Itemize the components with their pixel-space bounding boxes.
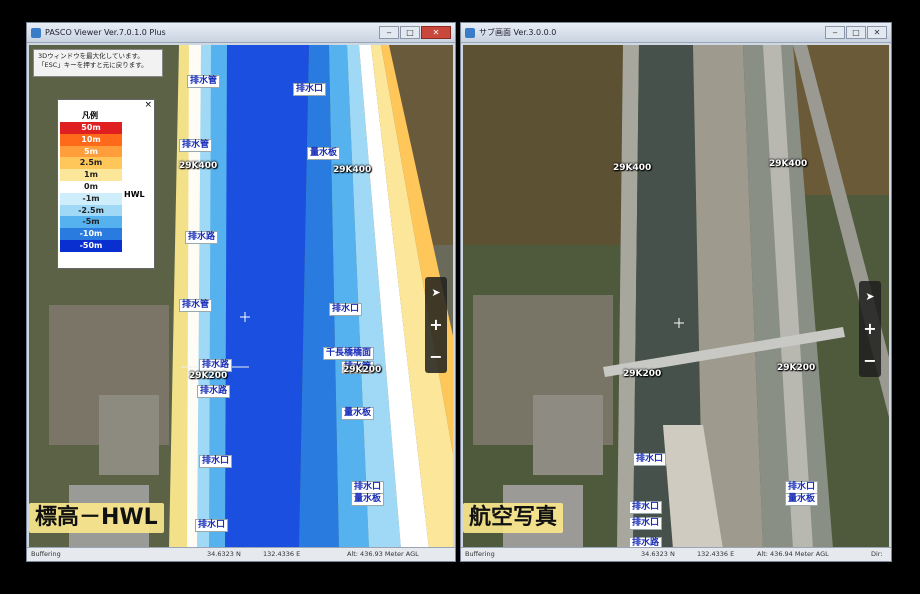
window-controls: ‒ □ ✕ (825, 26, 887, 40)
kilopost-label: 29K400 (769, 159, 808, 169)
map-label: 排水口 (633, 453, 667, 466)
kilopost-label: 29K400 (333, 165, 372, 175)
map-label: 排水路 (185, 231, 219, 244)
aerial-photo-view[interactable]: 排水口 排水口 量水板 排水口 排水路 排水口 29K400 29K400 29… (463, 45, 889, 547)
map-label: 量水板 (351, 493, 385, 506)
status-altitude: Alt: 436.93 Meter AGL (347, 550, 419, 558)
status-longitude: 132.4336 E (697, 550, 735, 558)
map-label: 千長橋橋面 (323, 347, 375, 360)
legend-row: 2.5m (60, 157, 122, 170)
maximize-button[interactable]: □ (846, 26, 866, 39)
kilopost-label: 29K200 (777, 363, 816, 373)
legend-row: 1m (60, 169, 122, 181)
kilopost-label: 29K400 (613, 163, 652, 173)
status-longitude: 132.4336 E (263, 550, 301, 558)
screen-frame: PASCO Viewer Ver.7.0.1.0 Plus ‒ □ ✕ 排水管 … (0, 0, 920, 594)
map-label: 量水板 (785, 493, 819, 506)
legend-row: 50m (60, 122, 122, 134)
kilopost-label: 29K200 (623, 369, 662, 379)
status-mode: Buffering (465, 550, 495, 558)
titlebar[interactable]: サブ画面 Ver.3.0.0.0 ‒ □ ✕ (461, 23, 891, 43)
map-label: 排水口 (629, 501, 663, 514)
pasco-viewer-window: PASCO Viewer Ver.7.0.1.0 Plus ‒ □ ✕ 排水管 … (26, 22, 456, 562)
minimize-button[interactable]: ‒ (825, 26, 845, 39)
legend-row: -50m (60, 239, 122, 252)
zoom-out-button[interactable]: − (859, 345, 881, 377)
legend-row: 0m (60, 180, 122, 193)
close-button[interactable]: ✕ (867, 26, 887, 39)
legend-row: -10m (60, 228, 122, 240)
status-bar: Buffering 34.6323 N 132.4336 E Alt: 436.… (27, 547, 455, 561)
map-label: 排水口 (293, 83, 327, 96)
map-label: 排水口 (195, 519, 229, 532)
kilopost-label: 29K200 (189, 371, 228, 381)
kilopost-label: 29K200 (343, 365, 382, 375)
titlebar[interactable]: PASCO Viewer Ver.7.0.1.0 Plus ‒ □ ✕ (27, 23, 455, 43)
status-latitude: 34.6323 N (641, 550, 675, 558)
zoom-in-button[interactable]: + (425, 309, 447, 341)
zoom-in-button[interactable]: + (859, 313, 881, 345)
legend-row: -2.5m (60, 204, 122, 217)
status-direction: Dir: (871, 550, 883, 558)
compass-icon[interactable]: ➤ (425, 277, 447, 309)
app-icon (465, 28, 475, 38)
legend-row: 5m (60, 145, 122, 158)
map-label: 排水口 (329, 303, 363, 316)
map-nav-control: ➤ + − (859, 281, 881, 377)
map-label: 排水管 (179, 299, 213, 312)
legend-hwl-label: HWL (124, 190, 145, 199)
legend-title: 凡例 (82, 111, 98, 120)
map-label: 量水板 (307, 147, 341, 160)
status-latitude: 34.6323 N (207, 550, 241, 558)
status-mode: Buffering (31, 550, 61, 558)
close-button[interactable]: ✕ (421, 26, 451, 39)
legend-panel: × 凡例 50m 10m 5m 2.5m 1m 0m -1m -2.5m -5m -10m -50m… (57, 99, 155, 269)
zoom-out-button[interactable]: − (425, 341, 447, 373)
fullscreen-hint: 3Dウィンドウを最大化しています。「ESC」キーを押すと元に戻ります。 (33, 49, 163, 77)
legend-row: -1m (60, 192, 122, 205)
map-label: 排水路 (197, 385, 231, 398)
view-caption: 標高－HWL (29, 503, 164, 533)
map-label: 排水管 (187, 75, 221, 88)
map-label: 排水口 (629, 517, 663, 530)
legend-close-icon[interactable]: × (144, 100, 152, 110)
compass-icon[interactable]: ➤ (859, 281, 881, 313)
app-icon (31, 28, 41, 38)
window-controls: ‒ □ ✕ (379, 26, 451, 40)
view-caption: 航空写真 (463, 503, 564, 533)
aerial-photo-graphic (463, 45, 889, 547)
map-nav-control: ➤ + − (425, 277, 447, 373)
map-label: 量水板 (341, 407, 375, 420)
map-label: 排水路 (629, 537, 663, 547)
status-bar: Buffering 34.6323 N 132.4336 E Alt: 436.… (461, 547, 891, 561)
legend-row: -5m (60, 216, 122, 229)
minimize-button[interactable]: ‒ (379, 26, 399, 39)
map-label: 排水管 (179, 139, 213, 152)
status-altitude: Alt: 436.94 Meter AGL (757, 550, 829, 558)
kilopost-label: 29K400 (179, 161, 218, 171)
map-label: 排水口 (199, 455, 233, 468)
legend-row: 10m (60, 133, 122, 146)
window-title: PASCO Viewer Ver.7.0.1.0 Plus (45, 28, 166, 37)
sub-screen-window: サブ画面 Ver.3.0.0.0 ‒ □ ✕ 排水口 排水口 量水板 排水口 排… (460, 22, 892, 562)
legend-rows: 50m 10m 5m 2.5m 1m 0m -1m -2.5m -5m -10m -50m (60, 122, 122, 252)
maximize-button[interactable]: □ (400, 26, 420, 39)
window-title: サブ画面 Ver.3.0.0.0 (479, 28, 557, 37)
